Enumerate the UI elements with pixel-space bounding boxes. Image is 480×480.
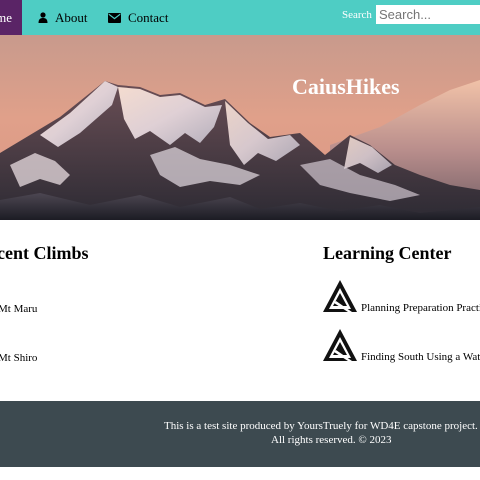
recent-climbs-heading: Recent Climbs xyxy=(0,243,89,263)
footer-credit: This is a test site produced by YoursTru… xyxy=(164,420,478,432)
search-label: Search xyxy=(342,9,372,21)
navbar: Home About Contact Search xyxy=(0,0,480,35)
hero-banner: CaiusHikes xyxy=(0,35,480,220)
site-title: CaiusHikes xyxy=(292,74,400,99)
mountain-hero-image xyxy=(0,35,480,220)
climb-link[interactable]: Mt Shiro xyxy=(0,352,37,364)
footer-copyright: All rights reserved. © 2023 xyxy=(271,434,392,446)
learning-item-label: Planning Preparation Practice xyxy=(361,302,480,314)
nav-contact-link[interactable]: Contact xyxy=(108,0,168,35)
footer: This is a test site produced by YoursTru… xyxy=(0,401,480,467)
nav-about-link[interactable]: About xyxy=(38,0,88,35)
nav-about-label: About xyxy=(55,9,88,25)
nav-home-link[interactable]: Home xyxy=(0,0,22,35)
triangle-logo-icon xyxy=(323,329,357,361)
nav-home-label: Home xyxy=(0,10,12,25)
learning-item[interactable]: Finding South Using a Watch xyxy=(322,328,480,363)
learning-item-label: Finding South Using a Watch xyxy=(361,351,480,363)
search-input[interactable] xyxy=(376,5,480,24)
triangle-logo-icon xyxy=(323,280,357,312)
learning-center-heading: Learning Center xyxy=(323,243,452,263)
user-icon xyxy=(38,12,48,23)
envelope-icon xyxy=(108,12,121,23)
climb-link[interactable]: Mt Maru xyxy=(0,303,37,315)
nav-contact-label: Contact xyxy=(128,9,169,25)
learning-item[interactable]: Planning Preparation Practice xyxy=(322,279,480,314)
